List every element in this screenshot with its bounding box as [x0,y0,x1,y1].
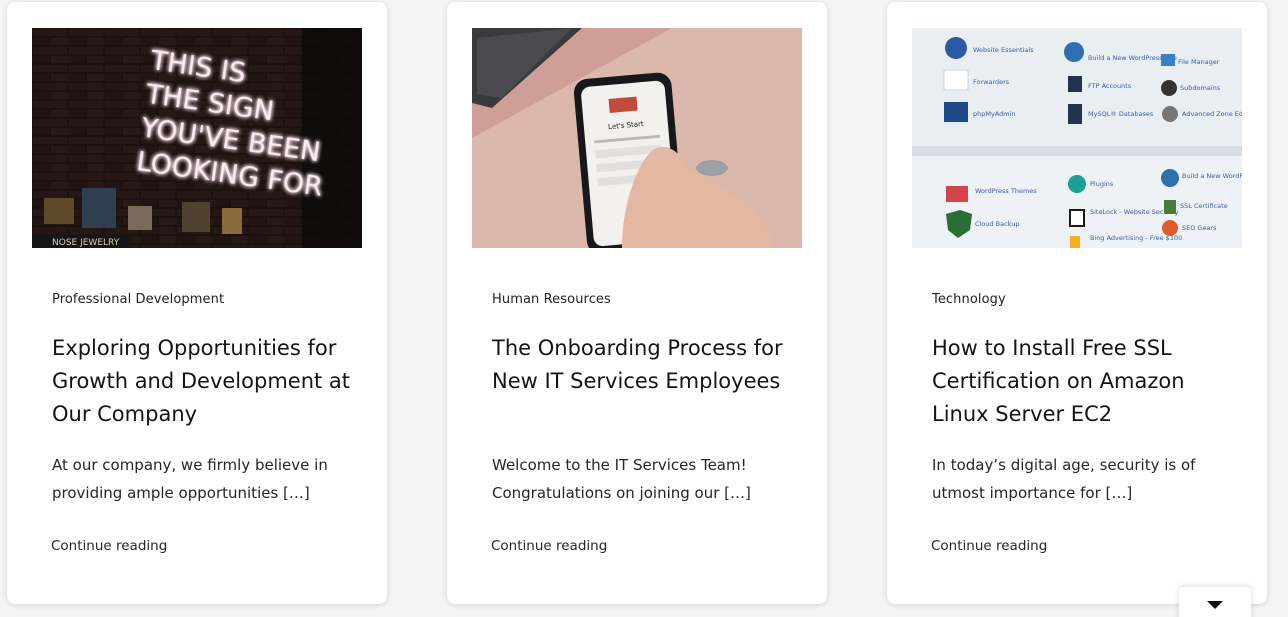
shop-sign-text: NOSE JEWELRY [52,238,120,248]
cpanel-item: Cloud Backup [975,220,1019,228]
chevron-down-icon [1207,601,1223,609]
cpanel-item: WordPress Themes [975,187,1037,195]
post-excerpt: At our company, we firmly believe in pro… [52,456,328,502]
scroll-down-button[interactable] [1179,587,1251,617]
post-category[interactable]: Professional Development [52,292,224,307]
cpanel-item: Advanced Zone Editor [1182,110,1242,118]
post-excerpt: Welcome to the IT Services Team! Congrat… [492,456,751,502]
blog-post-grid: THIS IS THE SIGN YOU'VE BEEN LOOKING FOR… [0,0,1288,617]
cpanel-item: phpMyAdmin [973,110,1016,118]
continue-reading-link[interactable]: Continue reading [931,538,1047,554]
cpanel-item: SEO Gears [1182,224,1217,232]
cpanel-item: File Manager [1178,58,1220,66]
cpanel-item: Subdomains [1180,84,1221,92]
cpanel-item: Website Essentials [973,46,1034,54]
post-thumbnail-neon-sign[interactable]: THIS IS THE SIGN YOU'VE BEEN LOOKING FOR… [32,28,362,248]
post-title[interactable]: How to Install Free SSL Certification on… [932,332,1232,431]
post-category[interactable]: Technology [932,292,1006,307]
cpanel-item: SSL Certificate [1180,202,1228,210]
post-thumbnail-phone[interactable]: Let's Start [472,28,802,248]
cpanel-item: Plugins [1090,180,1114,188]
cpanel-item: Forwarders [973,78,1010,86]
post-card: Let's Start Human Resources The Onboardi… [447,2,827,604]
post-title[interactable]: The Onboarding Process for New IT Servic… [492,332,792,398]
continue-reading-link[interactable]: Continue reading [491,538,607,554]
post-card: Website Essentials Build a New WordPress… [887,2,1267,604]
cpanel-item: MySQL® Databases [1088,110,1154,118]
post-thumbnail-control-panel[interactable]: Website Essentials Build a New WordPress… [912,28,1242,248]
post-category[interactable]: Human Resources [492,292,611,307]
post-excerpt: In today’s digital age, security is of u… [932,456,1196,502]
continue-reading-link[interactable]: Continue reading [51,538,167,554]
post-title[interactable]: Exploring Opportunities for Growth and D… [52,332,352,431]
cpanel-item: FTP Accounts [1088,82,1132,90]
post-card: THIS IS THE SIGN YOU'VE BEEN LOOKING FOR… [7,2,387,604]
cpanel-item: Build a New WordPress Site [1182,172,1242,180]
